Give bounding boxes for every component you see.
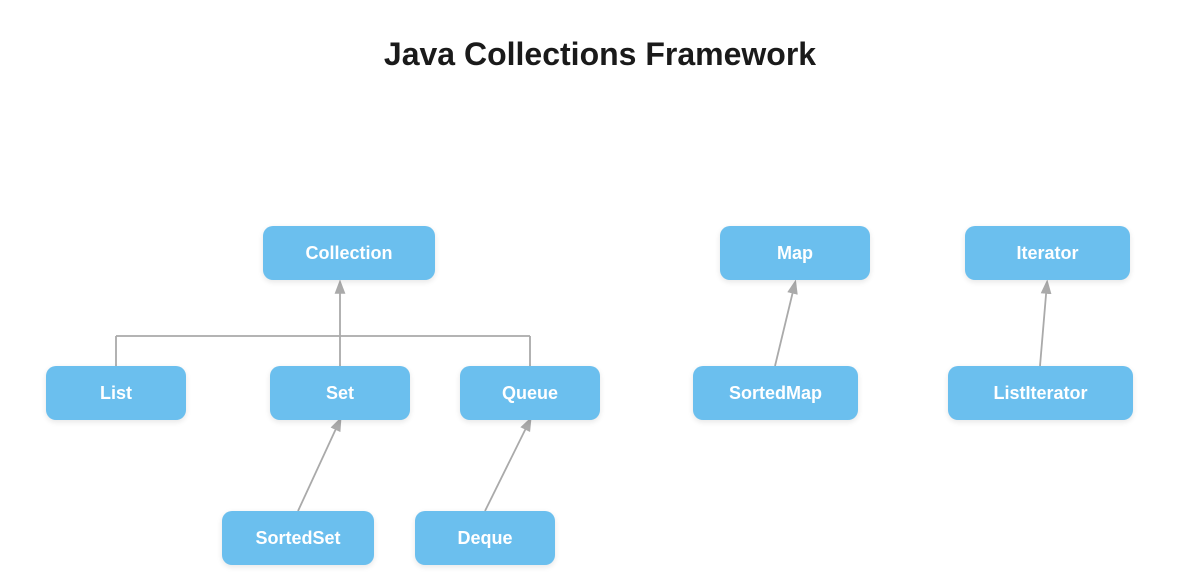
node-collection: Collection xyxy=(263,226,435,280)
listiterator-to-iterator xyxy=(1040,283,1047,366)
sortedmap-to-map xyxy=(775,283,795,366)
sortedset-to-set xyxy=(298,420,340,511)
node-iterator: Iterator xyxy=(965,226,1130,280)
node-list: List xyxy=(46,366,186,420)
node-queue: Queue xyxy=(460,366,600,420)
diagram: Collection List Set Queue SortedSet Dequ… xyxy=(0,83,1200,573)
deque-to-queue xyxy=(485,420,530,511)
node-deque: Deque xyxy=(415,511,555,565)
node-sortedmap: SortedMap xyxy=(693,366,858,420)
node-map: Map xyxy=(720,226,870,280)
node-set: Set xyxy=(270,366,410,420)
node-sortedset: SortedSet xyxy=(222,511,374,565)
arrows-svg xyxy=(0,83,1200,573)
node-listiterator: ListIterator xyxy=(948,366,1133,420)
page-title: Java Collections Framework xyxy=(0,0,1200,83)
